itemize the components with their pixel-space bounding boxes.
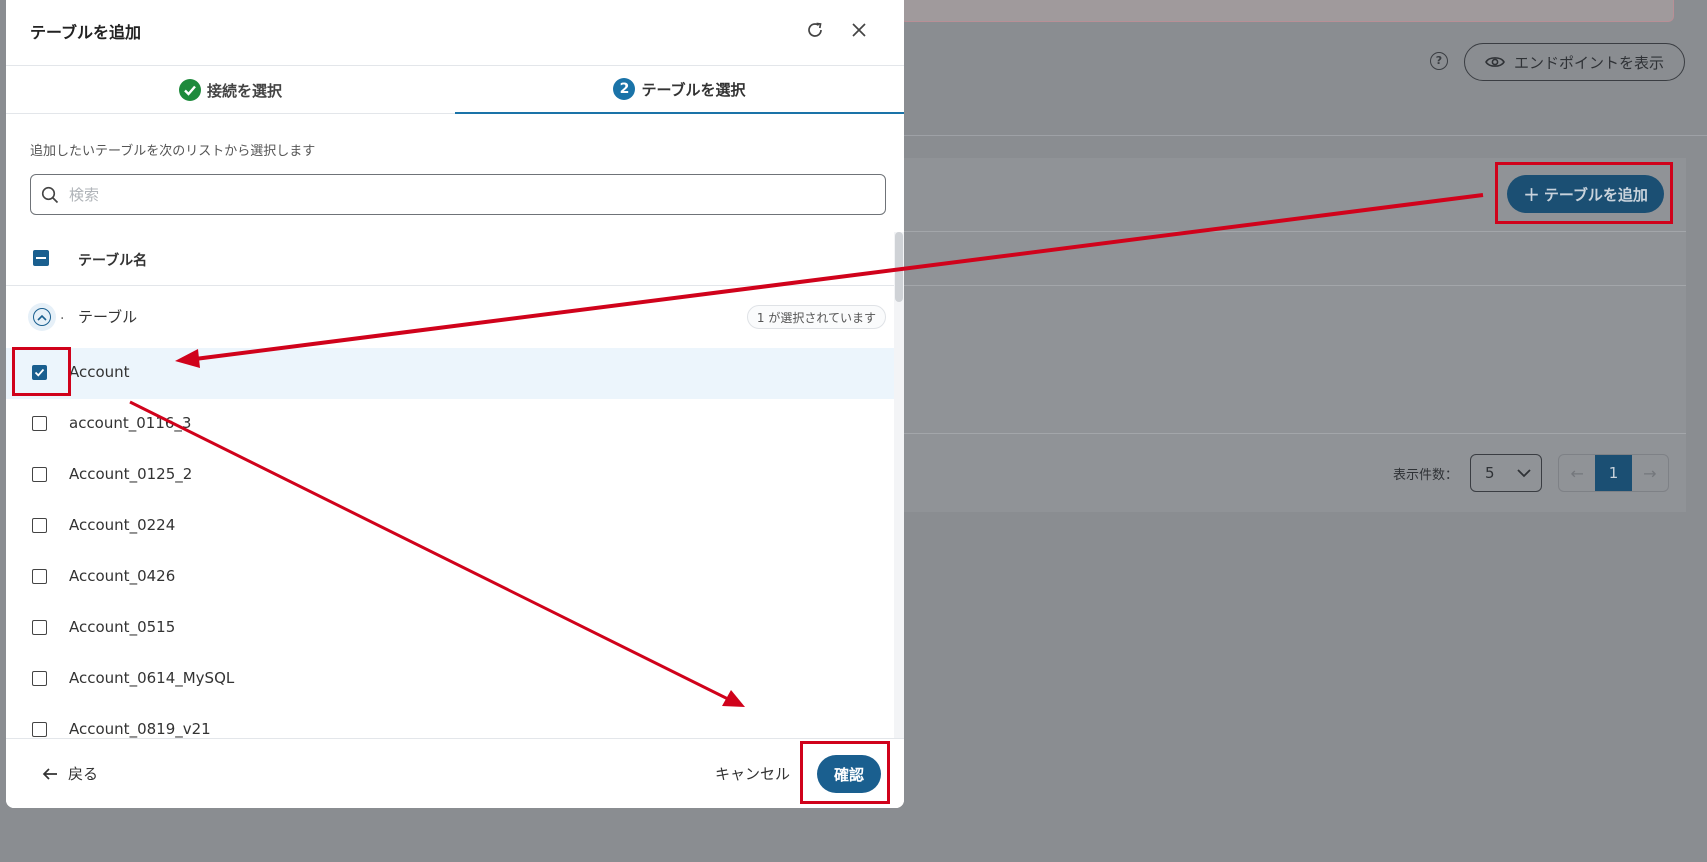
row-label: Account_0426 <box>69 567 176 585</box>
column-header-table-name: テーブル名 <box>78 253 148 269</box>
check-circle-icon <box>178 79 201 101</box>
list-header: テーブル名 <box>6 232 894 286</box>
row-checkbox[interactable] <box>32 467 47 482</box>
list-item[interactable]: Account_0224 <box>6 501 894 552</box>
modal-title: テーブルを追加 <box>30 23 142 42</box>
cancel-button[interactable]: キャンセル <box>715 763 790 784</box>
step-label: テーブルを選択 <box>641 80 746 99</box>
row-label: Account_0224 <box>69 516 176 534</box>
search-box <box>30 174 886 215</box>
table-group-row: . テーブル 1 が選択されています <box>6 296 894 338</box>
selected-count-badge: 1 が選択されています <box>746 305 886 329</box>
row-label: account_0116_3 <box>69 414 192 432</box>
bg-divider <box>900 135 1707 136</box>
list-item[interactable]: account_0116_3 <box>6 399 894 450</box>
list-item[interactable]: Account_0819_v21 <box>6 705 894 738</box>
list-item[interactable]: Account_0426 <box>6 552 894 603</box>
modal-header: テーブルを追加 <box>6 0 904 66</box>
collapse-group-button[interactable] <box>28 303 56 331</box>
modal-footer: 戻る キャンセル 確認 <box>6 738 904 808</box>
eye-icon <box>1485 57 1505 67</box>
arrow-left-icon <box>42 767 57 780</box>
step-label: 接続を選択 <box>206 81 282 100</box>
show-endpoint-label: エンドポイントを表示 <box>1513 53 1664 72</box>
bg-card-divider <box>900 231 1686 232</box>
row-label: Account_0819_v21 <box>69 720 211 738</box>
row-checkbox[interactable] <box>32 416 47 431</box>
row-checkbox[interactable] <box>32 518 47 533</box>
add-table-modal: テーブルを追加 接続を選択 2 テーブルを選択 追加したいテーブルを次のリストか… <box>6 0 904 808</box>
row-checkbox[interactable] <box>32 620 47 635</box>
refresh-icon[interactable] <box>802 17 828 43</box>
next-page-icon[interactable]: → <box>1632 455 1668 491</box>
row-label: Account_0515 <box>69 618 176 636</box>
list-item[interactable]: Account <box>6 348 894 399</box>
page-size-select[interactable]: 5 <box>1470 454 1542 492</box>
help-icon[interactable]: ? <box>1430 52 1448 70</box>
wizard-steps: 接続を選択 2 テーブルを選択 <box>6 66 904 114</box>
list-item[interactable]: Account_0515 <box>6 603 894 654</box>
step-select-table[interactable]: 2 テーブルを選択 <box>455 66 904 114</box>
step-number: 2 <box>613 78 636 100</box>
highlight-box-confirm <box>800 741 890 804</box>
bg-card-divider <box>900 285 1686 286</box>
group-label: テーブル <box>78 308 138 326</box>
back-button[interactable]: 戻る <box>42 763 98 784</box>
back-label: 戻る <box>68 765 99 783</box>
list-item[interactable]: Account_0125_2 <box>6 450 894 501</box>
page-size-value: 5 <box>1485 464 1495 482</box>
select-all-checkbox[interactable] <box>33 250 49 266</box>
page-size-label: 表示件数： <box>1393 468 1459 483</box>
step-select-connection[interactable]: 接続を選択 <box>6 66 455 114</box>
row-checkbox[interactable] <box>32 671 47 686</box>
pagination: ← 1 → <box>1558 454 1669 492</box>
list-scrollbar[interactable] <box>894 232 904 738</box>
bg-top-banner <box>900 0 1674 22</box>
instruction-text: 追加したいテーブルを次のリストから選択します <box>30 144 316 159</box>
current-page[interactable]: 1 <box>1595 455 1632 491</box>
highlight-box-add-table <box>1495 162 1673 224</box>
list-item[interactable]: Account_0614_MySQL <box>6 654 894 705</box>
row-label: Account_0125_2 <box>69 465 193 483</box>
highlight-box-checkbox <box>12 347 71 396</box>
chevron-down-icon <box>1517 468 1531 477</box>
bg-card-divider <box>900 433 1686 434</box>
search-input[interactable] <box>69 185 849 204</box>
row-label: Account_0614_MySQL <box>69 669 235 687</box>
show-endpoint-button[interactable]: エンドポイントを表示 <box>1464 43 1685 81</box>
group-dot: . <box>60 307 65 323</box>
row-label: Account <box>69 363 130 381</box>
scrollbar-thumb[interactable] <box>895 232 903 302</box>
table-list: Account account_0116_3 Account_0125_2 Ac… <box>6 348 894 738</box>
row-checkbox[interactable] <box>32 569 47 584</box>
close-icon[interactable] <box>846 17 872 43</box>
row-checkbox[interactable] <box>32 722 47 737</box>
chevron-up-icon <box>37 314 47 321</box>
prev-page-icon[interactable]: ← <box>1559 455 1595 491</box>
search-icon <box>41 186 59 203</box>
